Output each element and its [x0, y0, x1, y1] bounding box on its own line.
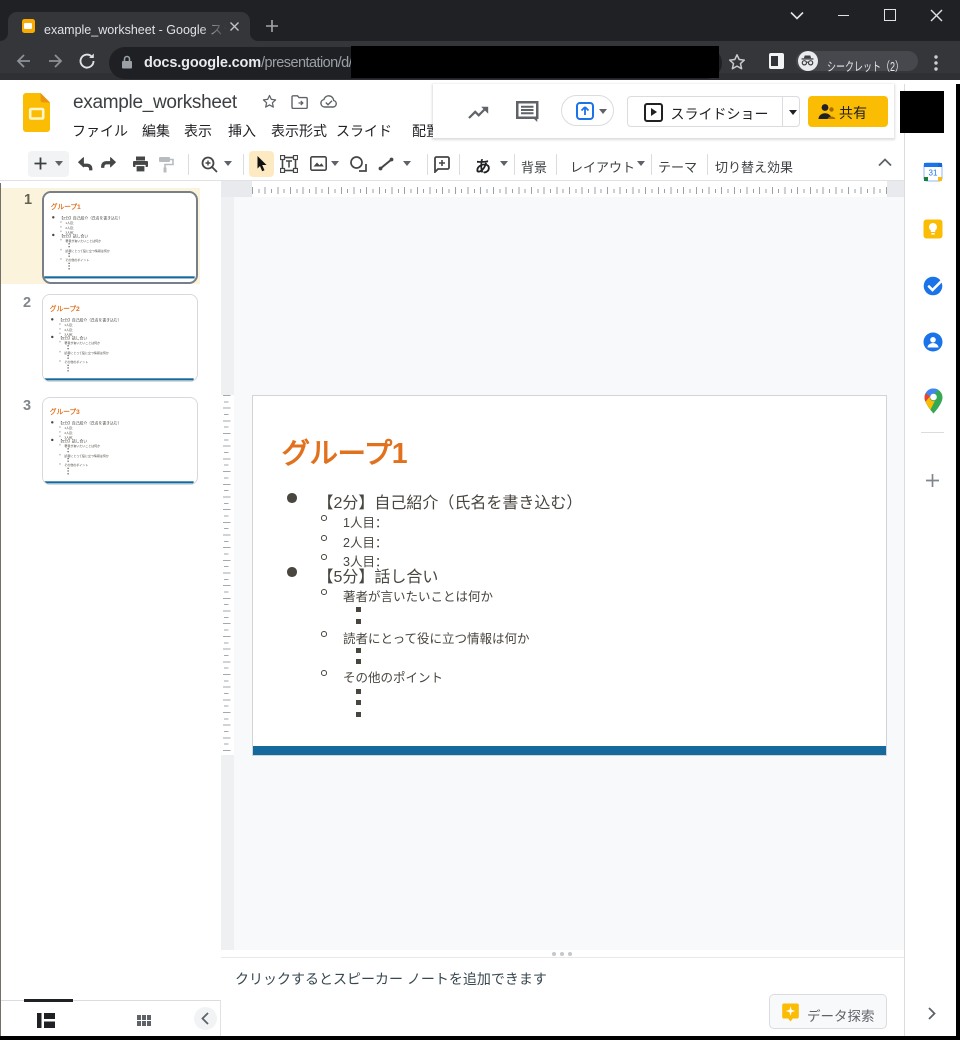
svg-text:31: 31	[929, 169, 938, 178]
